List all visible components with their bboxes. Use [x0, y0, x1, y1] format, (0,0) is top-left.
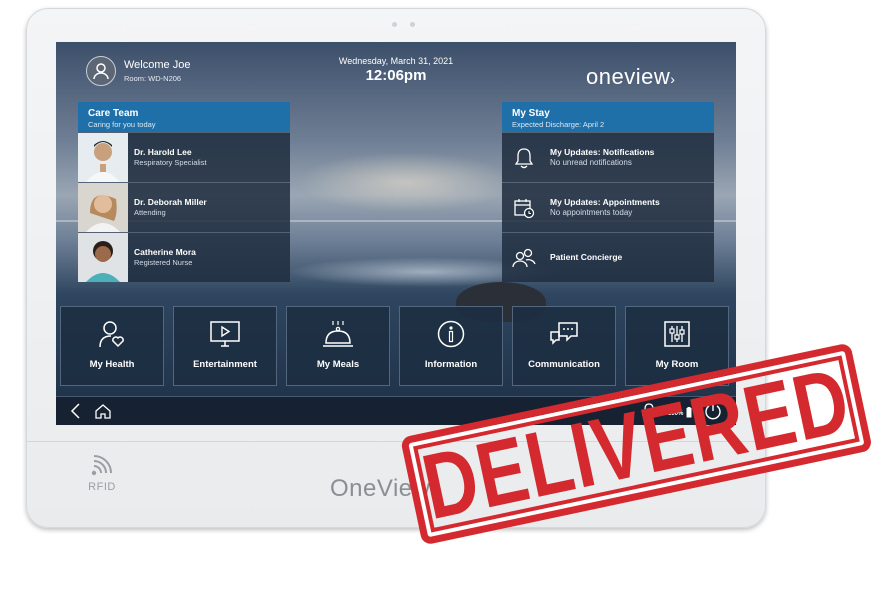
calendar-clock-icon — [502, 197, 546, 219]
concierge-title: Patient Concierge — [550, 252, 623, 262]
care-team-member[interactable]: Dr. Deborah Miller Attending — [78, 182, 290, 232]
member-role: Attending — [134, 208, 166, 217]
tile-label: My Health — [89, 359, 135, 370]
bell-icon — [502, 147, 546, 169]
brand-logo: oneview› — [586, 64, 675, 90]
appointments-item[interactable]: My Updates: Appointments No appointments… — [502, 182, 714, 232]
camera-dot — [392, 22, 397, 27]
tile-my-meals[interactable]: My Meals — [286, 306, 390, 386]
background-glow — [296, 152, 516, 212]
cloche-icon — [287, 319, 389, 349]
tile-information[interactable]: Information — [399, 306, 503, 386]
info-icon — [400, 319, 502, 349]
tile-label: Information — [424, 359, 478, 370]
concierge-item[interactable]: Patient Concierge — [502, 232, 714, 282]
member-role: Registered Nurse — [134, 258, 193, 267]
doctor-photo — [78, 133, 128, 182]
time-text: 12:06pm — [365, 67, 427, 84]
room-text: Room: WD-N206 — [124, 74, 182, 83]
care-team-member[interactable]: Catherine Mora Registered Nurse — [78, 232, 290, 282]
my-stay-panel: My Stay Expected Discharge: April 2 My U… — [502, 102, 714, 282]
care-team-member[interactable]: Dr. Harold Lee Respiratory Specialist — [78, 132, 290, 182]
top-bar: Welcome Joe Room: WD-N206 Wednesday, Mar… — [56, 42, 736, 100]
welcome-block: Welcome Joe Room: WD-N206 — [124, 59, 190, 85]
appointments-sub: No appointments today — [550, 208, 633, 217]
notifications-item[interactable]: My Updates: Notifications No unread noti… — [502, 132, 714, 182]
my-stay-header[interactable]: My Stay Expected Discharge: April 2 — [502, 102, 714, 132]
appointments-title: My Updates: Appointments — [550, 197, 660, 207]
notifications-sub: No unread notifications — [550, 158, 632, 167]
rfid-wave-icon — [82, 455, 122, 481]
doctor-photo — [78, 183, 128, 232]
tablet-screen: Welcome Joe Room: WD-N206 Wednesday, Mar… — [56, 42, 736, 425]
tile-label: Entertainment — [193, 359, 257, 370]
nurse-photo — [78, 233, 128, 282]
member-name: Dr. Harold Lee — [134, 147, 192, 157]
back-icon[interactable] — [68, 402, 82, 420]
date-text: Wednesday, March 31, 2021 — [338, 56, 454, 66]
tile-label: My Meals — [316, 359, 360, 370]
welcome-text: Welcome Joe — [124, 59, 191, 71]
chat-bubbles-icon — [513, 319, 615, 349]
care-team-header[interactable]: Care Team Caring for you today — [78, 102, 290, 132]
tv-play-icon — [174, 319, 276, 349]
tile-label: Communication — [528, 359, 600, 370]
tile-my-health[interactable]: My Health — [60, 306, 164, 386]
care-team-panel: Care Team Caring for you today Dr. Harol… — [78, 102, 290, 282]
datetime: Wednesday, March 31, 2021 12:06pm — [296, 56, 496, 84]
brand-swoosh-icon: › — [670, 71, 676, 87]
my-stay-title: My Stay — [512, 108, 550, 119]
discharge-text: Expected Discharge: April 2 — [512, 120, 605, 129]
rfid-reader: RFID — [82, 455, 122, 493]
member-role: Respiratory Specialist — [134, 158, 207, 167]
tile-communication[interactable]: Communication — [512, 306, 616, 386]
care-team-title: Care Team — [88, 108, 139, 119]
notifications-title: My Updates: Notifications — [550, 147, 655, 157]
brand-text: oneview — [586, 64, 671, 89]
tile-entertainment[interactable]: Entertainment — [173, 306, 277, 386]
home-icon[interactable] — [94, 402, 112, 420]
member-name: Dr. Deborah Miller — [134, 197, 207, 207]
sliders-icon — [626, 319, 728, 349]
user-avatar-icon[interactable] — [86, 56, 116, 86]
tile-label: My Room — [655, 359, 699, 370]
rfid-label: RFID — [88, 481, 116, 493]
people-icon — [502, 248, 546, 268]
care-team-subtitle: Caring for you today — [88, 120, 156, 129]
health-person-icon — [61, 319, 163, 349]
member-name: Catherine Mora — [134, 247, 196, 257]
sensor-dot — [410, 22, 415, 27]
